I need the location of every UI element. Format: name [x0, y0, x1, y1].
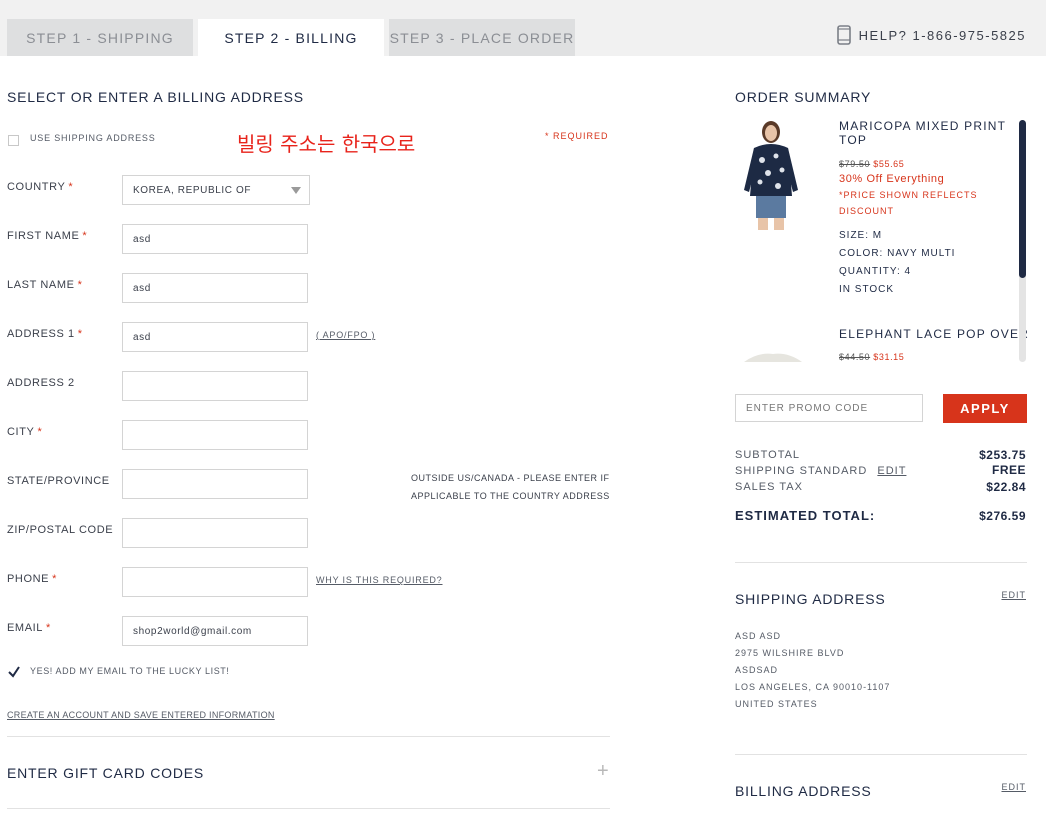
checkout-header: STEP 1 - SHIPPING STEP 2 - BILLING STEP … [0, 0, 1046, 56]
product-color: COLOR: NAVY MULTI [839, 248, 956, 259]
last-name-input[interactable]: asd [122, 273, 308, 303]
discount-note-line2: DISCOUNT [839, 206, 894, 216]
phone-input[interactable] [122, 567, 308, 597]
divider [735, 562, 1027, 563]
shipping-address-edit-link[interactable]: EDIT [1001, 590, 1026, 600]
create-account-link[interactable]: CREATE AN ACCOUNT AND SAVE ENTERED INFOR… [7, 710, 275, 720]
chevron-down-icon [291, 187, 301, 194]
help-phone-text: HELP? 1-866-975-5825 [858, 27, 1026, 43]
state-label: STATE/PROVINCE [7, 475, 110, 487]
apply-button[interactable]: APPLY [943, 394, 1027, 423]
divider [7, 736, 610, 737]
sales-tax-label: SALES TAX [735, 481, 803, 493]
original-price: $44.50 [839, 352, 871, 362]
last-name-label: LAST NAME * [7, 279, 83, 291]
product-name[interactable]: MARICOPA MIXED PRINT TOP [839, 119, 1006, 147]
tab-step-1-shipping[interactable]: STEP 1 - SHIPPING [7, 19, 193, 56]
promo-code-input[interactable]: ENTER PROMO CODE [735, 394, 923, 422]
address2-label: ADDRESS 2 [7, 377, 75, 389]
korean-annotation: 빌링 주소는 한국으로 [237, 132, 416, 156]
state-hint-line1: OUTSIDE US/CANADA - PLEASE ENTER IF [411, 473, 610, 483]
address1-input[interactable]: asd [122, 322, 308, 352]
lucky-list-label: YES! ADD MY EMAIL TO THE LUCKY LIST! [30, 666, 230, 676]
sales-tax-value: $22.84 [986, 480, 1026, 494]
country-select-value: KOREA, REPUBLIC OF [133, 184, 252, 196]
shipping-address-block: ASD ASD 2975 WILSHIRE BLVD ASDSAD LOS AN… [735, 628, 890, 713]
gift-card-title[interactable]: ENTER GIFT CARD CODES [7, 765, 204, 781]
sale-price: $31.15 [873, 352, 905, 362]
discount-note-line1: *PRICE SHOWN REFLECTS [839, 190, 978, 200]
state-hint-line2: APPLICABLE TO THE COUNTRY ADDRESS [411, 491, 610, 501]
use-shipping-address-checkbox[interactable] [8, 135, 19, 146]
billing-section-title: SELECT OR ENTER A BILLING ADDRESS [7, 89, 304, 105]
city-input[interactable] [122, 420, 308, 450]
lucky-list-checkbox[interactable] [7, 665, 21, 679]
divider [735, 754, 1027, 755]
estimated-total-label: ESTIMATED TOTAL: [735, 508, 876, 523]
shipping-address-title: SHIPPING ADDRESS [735, 591, 886, 607]
stock-status: IN STOCK [839, 284, 895, 295]
product-name[interactable]: ELEPHANT LACE POP OVER [839, 327, 1029, 341]
product-image-elephant-lace[interactable] [740, 350, 806, 362]
divider [7, 808, 610, 809]
checkmark-icon [8, 666, 20, 678]
tab-step-3-place-order[interactable]: STEP 3 - PLACE ORDER [389, 19, 575, 56]
product-size: SIZE: M [839, 230, 883, 241]
phone-icon [836, 25, 851, 45]
state-input[interactable] [122, 469, 308, 499]
email-input[interactable]: shop2world@gmail.com [122, 616, 308, 646]
first-name-label: FIRST NAME * [7, 230, 88, 242]
address-line: 2975 WILSHIRE BLVD [735, 648, 845, 658]
billing-address-title: BILLING ADDRESS [735, 783, 872, 799]
required-note: * REQUIRED [545, 131, 609, 141]
apo-fpo-link[interactable]: ( APO/FPO ) [316, 330, 375, 340]
product-quantity: QUANTITY: 4 [839, 266, 912, 277]
summary-scrollbar-thumb[interactable] [1019, 120, 1026, 278]
address-line: ASDSAD [735, 665, 779, 675]
zip-label: ZIP/POSTAL CODE [7, 524, 114, 536]
tab-step-2-billing[interactable]: STEP 2 - BILLING [198, 19, 384, 56]
address-line: ASD ASD [735, 631, 782, 641]
why-phone-required-link[interactable]: WHY IS THIS REQUIRED? [316, 575, 443, 585]
estimated-total-value: $276.59 [979, 509, 1026, 523]
product-price: $44.50 $31.15 [839, 352, 904, 362]
expand-plus-icon[interactable]: + [597, 761, 609, 781]
use-shipping-address-label: USE SHIPPING ADDRESS [30, 133, 156, 143]
country-label: COUNTRY * [7, 181, 74, 193]
sale-price: $55.65 [873, 159, 905, 169]
product-price: $79.50 $55.65 [839, 159, 904, 169]
subtotal-label: SUBTOTAL [735, 449, 801, 461]
email-label: EMAIL * [7, 622, 51, 634]
address-line: LOS ANGELES, CA 90010-1107 [735, 682, 891, 692]
city-label: CITY * [7, 426, 43, 438]
country-select[interactable]: KOREA, REPUBLIC OF [122, 175, 310, 205]
first-name-input[interactable]: asd [122, 224, 308, 254]
address-line: UNITED STATES [735, 699, 818, 709]
shipping-edit-link[interactable]: EDIT [877, 465, 906, 477]
zip-input[interactable] [122, 518, 308, 548]
subtotal-value: $253.75 [979, 448, 1026, 462]
address1-label: ADDRESS 1 * [7, 328, 83, 340]
address2-input[interactable] [122, 371, 308, 401]
order-summary-title: ORDER SUMMARY [735, 89, 872, 105]
shipping-label: SHIPPING STANDARD EDIT [735, 465, 907, 477]
original-price: $79.50 [839, 159, 871, 169]
shipping-value: FREE [991, 463, 1026, 477]
phone-label: PHONE * [7, 573, 58, 585]
help-phone[interactable]: HELP? 1-866-975-5825 [836, 24, 1026, 46]
promo-text: 30% Off Everything [839, 173, 945, 185]
billing-address-edit-link[interactable]: EDIT [1001, 782, 1026, 792]
product-image-maricopa-top[interactable] [738, 118, 806, 230]
